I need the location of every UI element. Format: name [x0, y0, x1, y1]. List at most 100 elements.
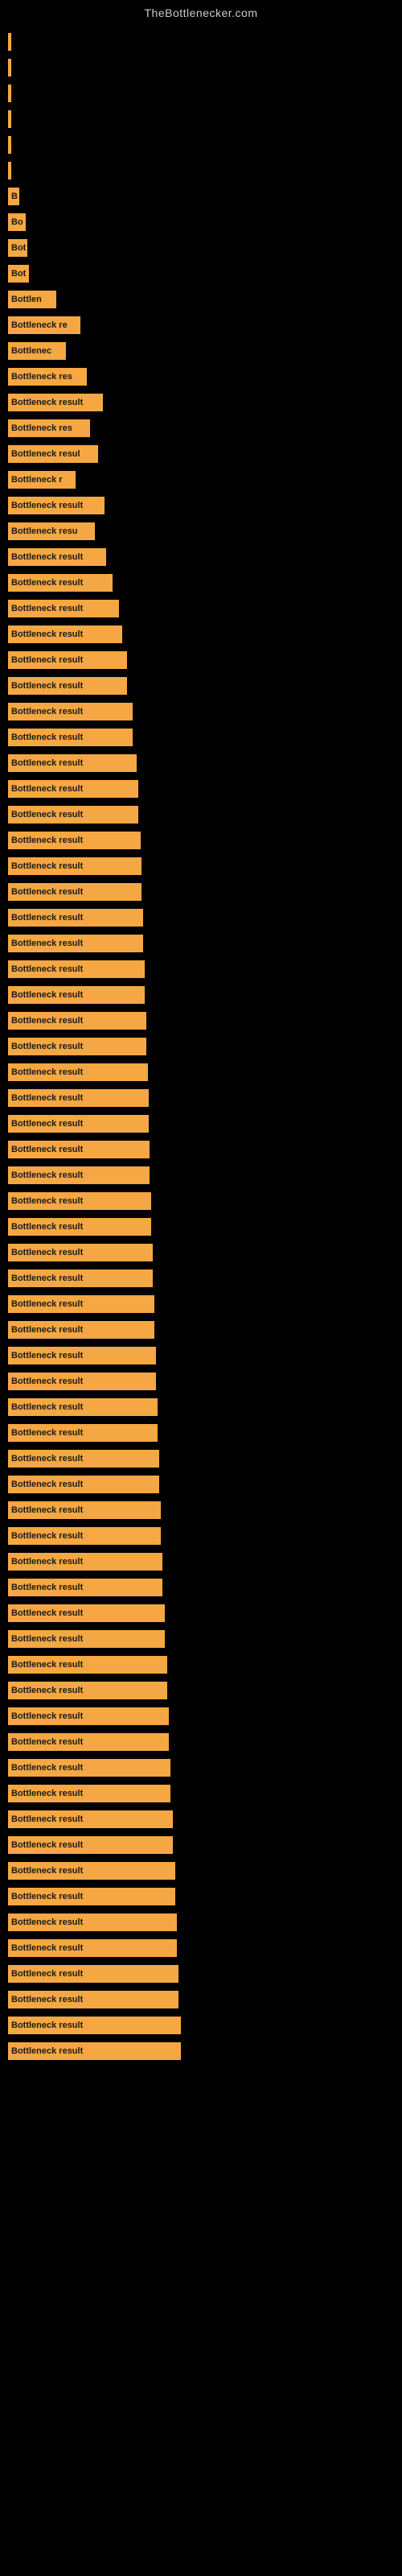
bar-label: Bottleneck result — [11, 1454, 83, 1463]
bar-label: Bot — [11, 243, 26, 253]
bar-label: Bottleneck result — [11, 1995, 83, 2004]
bar-item: Bottleneck result — [8, 780, 138, 798]
bar-item: Bottleneck result — [8, 1347, 156, 1364]
bar-item: Bottleneck result — [8, 1450, 159, 1468]
bar-row: Bottleneck result — [8, 752, 402, 774]
bar-row: Bottleneck result — [8, 1782, 402, 1805]
bar-row: Bottleneck res — [8, 365, 402, 388]
bar-row: Bottlenec — [8, 340, 402, 362]
bar-item: Bottleneck result — [8, 1501, 161, 1519]
bar-label: Bottleneck result — [11, 1274, 83, 1283]
bar-label: Bottleneck res — [11, 423, 72, 433]
bar-label: Bottleneck result — [11, 655, 83, 665]
bar-item: Bottleneck result — [8, 1733, 169, 1751]
bar-row: Bot — [8, 262, 402, 285]
bar-item: Bottleneck result — [8, 1836, 173, 1854]
bar-label: Bottleneck result — [11, 1196, 83, 1206]
bar-row: Bottleneck result — [8, 829, 402, 852]
bar-item: Bottleneck result — [8, 497, 105, 514]
bar-label: Bottleneck result — [11, 1016, 83, 1026]
bar-row: Bottleneck result — [8, 1911, 402, 1934]
bar-row: Bottleneck result — [8, 958, 402, 980]
site-title: TheBottlenecker.com — [0, 0, 402, 23]
bar-item: Bottleneck result — [8, 1991, 178, 2008]
bar-row: Bottleneck result — [8, 1653, 402, 1676]
bar-row: Bottleneck result — [8, 391, 402, 414]
bar-item: Bottleneck result — [8, 1939, 177, 1957]
bar-row — [8, 108, 402, 130]
bar-item: Bottleneck result — [8, 677, 127, 695]
bar-item: Bottleneck result — [8, 1218, 151, 1236]
bar-label: Bottleneck result — [11, 1067, 83, 1077]
bar-row: Bottleneck result — [8, 649, 402, 671]
bar-label: Bottleneck result — [11, 733, 83, 742]
bar-item: Bot — [8, 265, 29, 283]
bar-row: Bottleneck result — [8, 1009, 402, 1032]
bar-row: Bottleneck result — [8, 1241, 402, 1264]
bar-row: Bottleneck re — [8, 314, 402, 336]
bar-row: Bottlen — [8, 288, 402, 311]
bar-item: Bottleneck result — [8, 1527, 161, 1545]
bar-row: Bottleneck result — [8, 932, 402, 955]
bar-label: Bottleneck result — [11, 1248, 83, 1257]
bar-item: Bottleneck result — [8, 986, 145, 1004]
bar-row: Bottleneck result — [8, 1370, 402, 1393]
bar-item: Bottleneck result — [8, 1630, 165, 1648]
bar-label: Bottleneck result — [11, 1711, 83, 1721]
bar-row: Bottleneck result — [8, 1679, 402, 1702]
bar-label: Bottlenec — [11, 346, 51, 356]
bar-label: Bottlen — [11, 295, 42, 304]
bar-row: Bot — [8, 237, 402, 259]
bar-row: Bottleneck result — [8, 623, 402, 646]
bar-row: Bottleneck result — [8, 726, 402, 749]
bar-label: Bottleneck result — [11, 1634, 83, 1644]
bar-label: Bottleneck result — [11, 1531, 83, 1541]
bar-item: Bottleneck result — [8, 2017, 181, 2034]
bar-item — [8, 85, 11, 102]
bar-label: Bottleneck result — [11, 939, 83, 948]
bar-row: Bottleneck result — [8, 1087, 402, 1109]
bar-item — [8, 59, 11, 76]
bar-label: Bottleneck result — [11, 630, 83, 639]
bar-item — [8, 162, 11, 180]
bar-row: Bottleneck result — [8, 1293, 402, 1315]
bar-item: Bottleneck re — [8, 316, 80, 334]
bar-item: Bottleneck result — [8, 1063, 148, 1081]
bar-label: Bottleneck result — [11, 578, 83, 588]
bar-row: Bottleneck result — [8, 1344, 402, 1367]
bar-item: Bottleneck result — [8, 1089, 149, 1107]
bar-row: Bottleneck result — [8, 1628, 402, 1650]
bar-row: Bottleneck result — [8, 1576, 402, 1599]
bar-label: Bottleneck result — [11, 2021, 83, 2030]
bar-row: Bottleneck result — [8, 1473, 402, 1496]
bar-label: Bottleneck result — [11, 1943, 83, 1953]
bar-item: Bottleneck result — [8, 1244, 153, 1261]
bar-label: Bo — [11, 217, 23, 227]
bar-item: Bottleneck result — [8, 935, 143, 952]
bar-item: Bo — [8, 213, 26, 231]
bar-label: Bottleneck result — [11, 1480, 83, 1489]
bar-label: Bottleneck result — [11, 1042, 83, 1051]
bar-label: Bottleneck result — [11, 1351, 83, 1360]
bar-label: Bottleneck result — [11, 1119, 83, 1129]
bar-label: Bottleneck resu — [11, 526, 78, 536]
bar-item: Bottleneck result — [8, 1192, 151, 1210]
bar-row: Bottleneck result — [8, 1757, 402, 1779]
bar-row: Bottleneck result — [8, 1550, 402, 1573]
bar-label: Bottleneck result — [11, 1866, 83, 1876]
bar-label: Bottleneck result — [11, 990, 83, 1000]
bar-row: Bottleneck result — [8, 1499, 402, 1521]
bar-row: B — [8, 185, 402, 208]
bar-label: Bottleneck result — [11, 552, 83, 562]
bar-item: Bottleneck result — [8, 651, 127, 669]
bar-row: Bottleneck result — [8, 778, 402, 800]
bar-row: Bottleneck result — [8, 2040, 402, 2062]
bar-row: Bottleneck result — [8, 546, 402, 568]
bar-item: Bottleneck result — [8, 806, 138, 824]
bar-row: Bottleneck result — [8, 1422, 402, 1444]
bar-item: Bottleneck result — [8, 1269, 153, 1287]
bar-row: Bottleneck result — [8, 1834, 402, 1856]
bar-row: Bottleneck result — [8, 1396, 402, 1418]
bar-item: Bottleneck result — [8, 1115, 149, 1133]
bar-item: Bottleneck res — [8, 368, 87, 386]
